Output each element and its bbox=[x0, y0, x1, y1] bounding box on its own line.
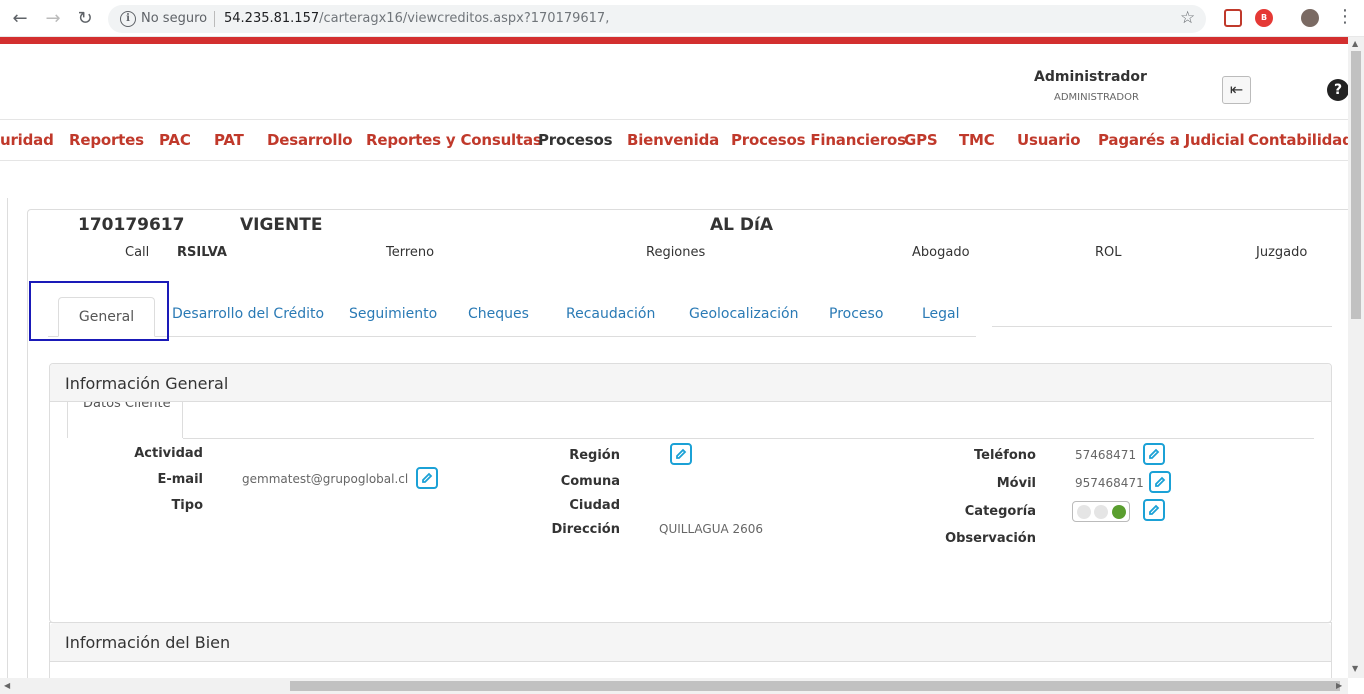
region-label: Región bbox=[569, 448, 620, 463]
edit-categoria-icon[interactable] bbox=[1143, 499, 1165, 521]
tab-legal[interactable]: Legal bbox=[922, 306, 960, 322]
rol-label: ROL bbox=[1095, 245, 1122, 260]
logout-icon[interactable]: ⇤ bbox=[1222, 76, 1251, 104]
info-general-title: Información General bbox=[65, 374, 229, 393]
nav-item-bienvenida[interactable]: Bienvenida bbox=[627, 131, 719, 149]
info-bien-header: Información del Bien bbox=[50, 623, 1331, 662]
movil-value: 957468471 bbox=[1075, 476, 1144, 490]
url-text[interactable]: 54.235.81.157/carteragx16/viewcreditos.a… bbox=[224, 11, 609, 26]
nav-item-pat[interactable]: PAT bbox=[214, 131, 244, 149]
credit-number: 170179617 bbox=[78, 215, 185, 235]
user-name: Administrador bbox=[1034, 69, 1147, 85]
nav-item-seguridad[interactable]: uridad bbox=[0, 131, 54, 149]
brand-bar bbox=[0, 37, 1348, 44]
security-label: No seguro bbox=[141, 11, 208, 26]
content-border bbox=[7, 198, 8, 678]
tabs-divider bbox=[48, 336, 976, 337]
back-arrow-icon[interactable]: ← bbox=[9, 8, 31, 30]
tab-highlight-box bbox=[29, 281, 169, 341]
credit-state: VIGENTE bbox=[240, 215, 323, 235]
vertical-scrollbar[interactable]: ▲ ▼ bbox=[1348, 37, 1364, 678]
nav-divider bbox=[0, 160, 1348, 161]
nav-item-usuario[interactable]: Usuario bbox=[1017, 131, 1081, 149]
scroll-left-icon[interactable]: ◀ bbox=[4, 681, 10, 690]
info-bien-title: Información del Bien bbox=[65, 633, 231, 652]
actividad-label: Actividad bbox=[134, 446, 203, 461]
toggle-dot-3 bbox=[1112, 505, 1126, 519]
info-general-header: Información General bbox=[50, 364, 1331, 402]
tabs-divider-right bbox=[992, 326, 1332, 327]
observacion-label: Observación bbox=[945, 531, 1036, 546]
extension-badge-icon[interactable]: B bbox=[1255, 9, 1273, 27]
call-label: Call bbox=[125, 245, 150, 260]
tab-cheques[interactable]: Cheques bbox=[468, 306, 529, 322]
nav-item-reportes[interactable]: Reportes bbox=[69, 131, 144, 149]
ciudad-label: Ciudad bbox=[569, 498, 620, 513]
address-divider bbox=[214, 11, 215, 27]
edit-region-icon[interactable] bbox=[670, 443, 692, 465]
pdf-extension-icon[interactable] bbox=[1224, 9, 1242, 27]
tab-desarrollo-credito[interactable]: Desarrollo del Crédito bbox=[172, 306, 324, 322]
toggle-dot-2 bbox=[1094, 505, 1108, 519]
url-path: /carteragx16/viewcreditos.aspx?170179617… bbox=[319, 11, 610, 26]
subtab-divider bbox=[183, 438, 1314, 439]
terreno-label: Terreno bbox=[386, 245, 435, 260]
scroll-down-icon[interactable]: ▼ bbox=[1352, 664, 1358, 673]
regiones-label: Regiones bbox=[646, 245, 706, 260]
telefono-label: Teléfono bbox=[973, 448, 1036, 463]
horizontal-scroll-thumb[interactable] bbox=[290, 681, 1340, 691]
edit-telefono-icon[interactable] bbox=[1143, 443, 1165, 465]
browser-menu-icon[interactable]: ⋮ bbox=[1336, 6, 1354, 27]
user-role: ADMINISTRADOR bbox=[1054, 92, 1139, 103]
toggle-dot-1 bbox=[1077, 505, 1091, 519]
nav-item-reportes-consultas[interactable]: Reportes y Consultas bbox=[366, 131, 542, 149]
juzgado-label: Juzgado bbox=[1256, 245, 1308, 260]
vertical-scroll-thumb[interactable] bbox=[1351, 51, 1361, 319]
telefono-value: 57468471 bbox=[1075, 448, 1137, 462]
tipo-label: Tipo bbox=[171, 498, 203, 513]
profile-avatar[interactable] bbox=[1301, 9, 1319, 27]
categoria-label: Categoría bbox=[964, 504, 1036, 519]
info-icon[interactable]: i bbox=[120, 11, 136, 27]
forward-arrow-icon[interactable]: → bbox=[42, 8, 64, 30]
nav-item-tmc[interactable]: TMC bbox=[959, 131, 995, 149]
email-label: E-mail bbox=[157, 472, 203, 487]
email-value: gemmatest@grupoglobal.cl bbox=[242, 472, 409, 486]
bookmark-star-icon[interactable]: ☆ bbox=[1180, 8, 1195, 28]
nav-item-pagares-judicial[interactable]: Pagarés a Judicial bbox=[1098, 131, 1245, 149]
tab-seguimiento[interactable]: Seguimiento bbox=[349, 306, 437, 322]
reload-icon[interactable]: ↻ bbox=[74, 8, 96, 30]
scroll-up-icon[interactable]: ▲ bbox=[1352, 39, 1358, 48]
tab-proceso[interactable]: Proceso bbox=[829, 306, 883, 322]
info-general-box: Información General bbox=[49, 363, 1332, 623]
credit-status: AL DíA bbox=[710, 215, 774, 235]
edit-movil-icon[interactable] bbox=[1149, 471, 1171, 493]
help-icon[interactable]: ? bbox=[1327, 79, 1349, 101]
direccion-value: QUILLAGUA 2606 bbox=[659, 522, 764, 536]
edit-email-icon[interactable] bbox=[416, 467, 438, 489]
address-bar[interactable]: i No seguro 54.235.81.157/carteragx16/vi… bbox=[108, 5, 1206, 33]
nav-item-gps[interactable]: GPS bbox=[904, 131, 938, 149]
horizontal-scrollbar[interactable]: ◀ ▶ bbox=[0, 678, 1348, 694]
tab-recaudacion[interactable]: Recaudación bbox=[566, 306, 655, 322]
url-host: 54.235.81.157 bbox=[224, 11, 320, 26]
categoria-toggle[interactable] bbox=[1072, 501, 1130, 522]
movil-label: Móvil bbox=[996, 476, 1036, 491]
call-value: RSILVA bbox=[177, 245, 227, 260]
browser-toolbar: ← → ↻ i No seguro 54.235.81.157/carterag… bbox=[0, 0, 1364, 37]
tab-geolocalizacion[interactable]: Geolocalización bbox=[689, 306, 799, 322]
nav-item-desarrollo[interactable]: Desarrollo bbox=[267, 131, 353, 149]
main-nav: uridad Reportes PAC PAT Desarrollo Repor… bbox=[0, 120, 1353, 160]
nav-item-contabilidad[interactable]: Contabilidad bbox=[1248, 131, 1353, 149]
comuna-label: Comuna bbox=[560, 474, 620, 489]
direccion-label: Dirección bbox=[551, 522, 620, 537]
nav-item-procesos-financieros[interactable]: Procesos Financieros bbox=[731, 131, 906, 149]
abogado-label: Abogado bbox=[912, 245, 970, 260]
subtab-datos-cliente[interactable]: Datos Cliente bbox=[67, 402, 183, 438]
nav-item-procesos[interactable]: Procesos bbox=[538, 131, 613, 149]
nav-item-pac[interactable]: PAC bbox=[159, 131, 191, 149]
scroll-right-icon[interactable]: ▶ bbox=[1336, 681, 1342, 690]
subtab-label: Datos Cliente bbox=[83, 402, 171, 411]
